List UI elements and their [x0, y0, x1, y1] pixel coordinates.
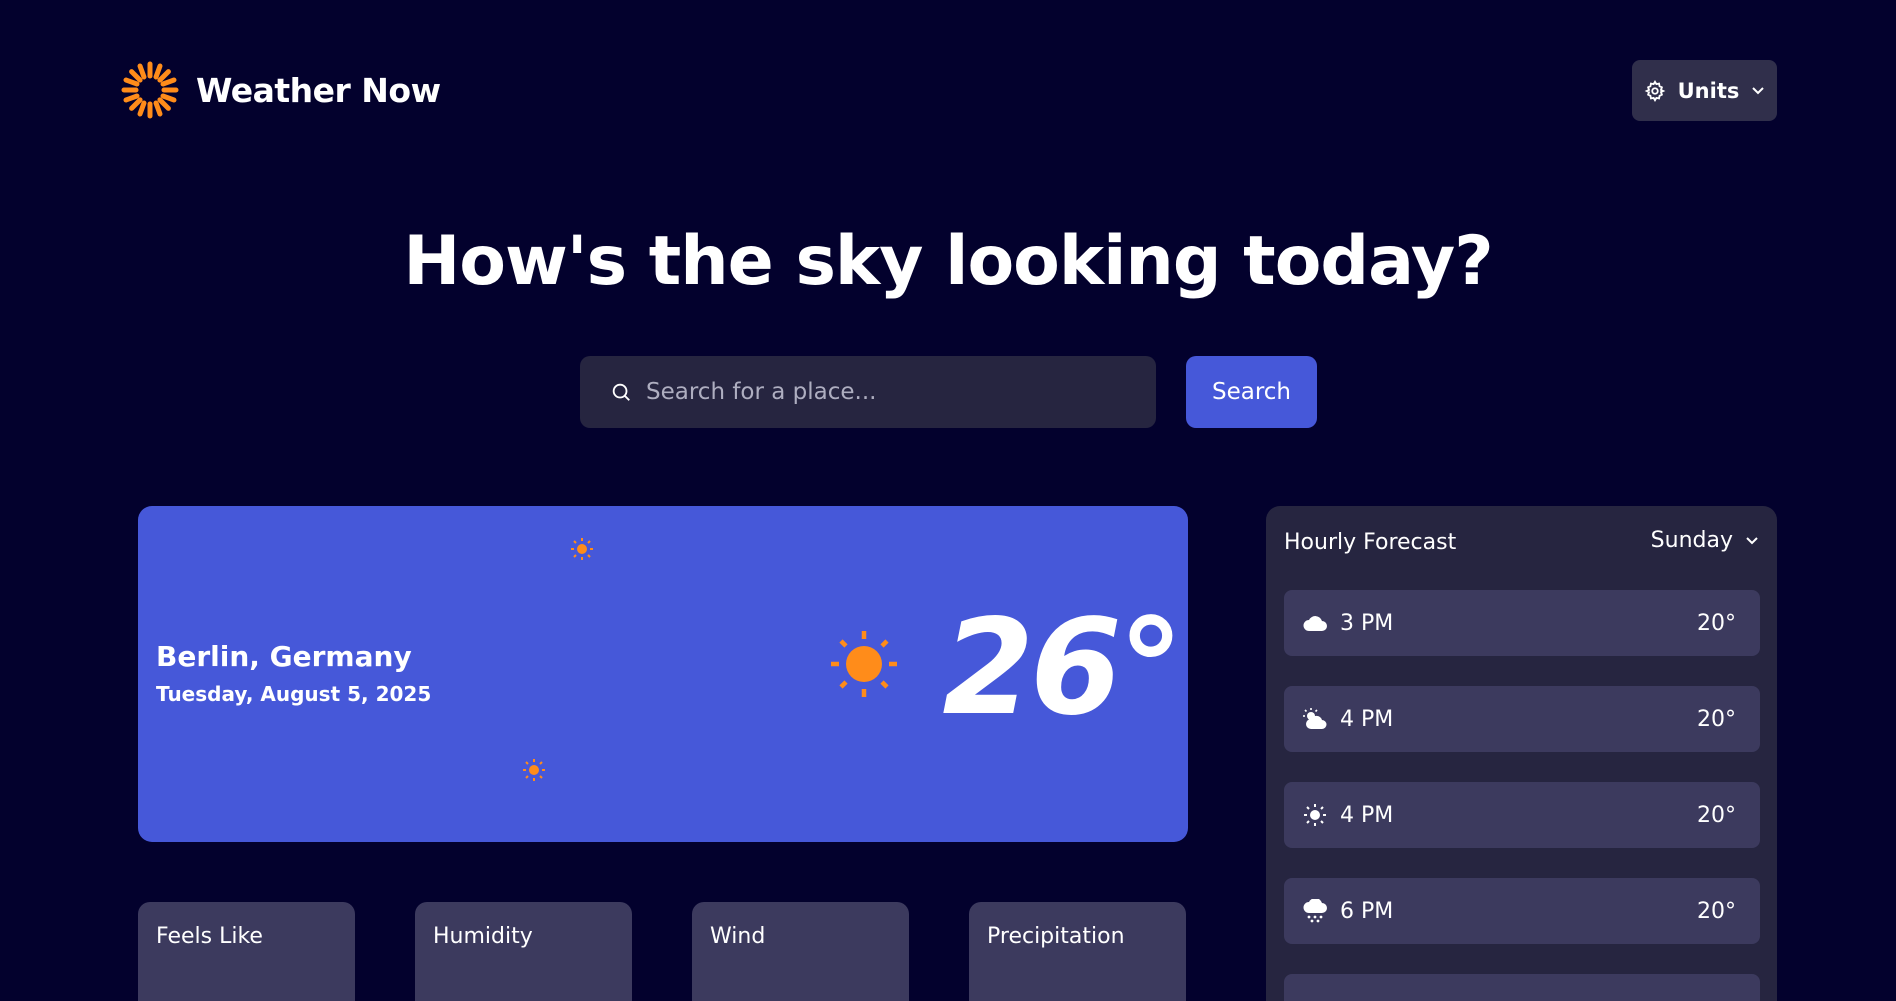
sun-logo-icon	[121, 61, 179, 119]
small-sun-icon	[523, 759, 545, 781]
location-name: Berlin, Germany	[156, 640, 412, 673]
hourly-row: 4 PM 20°	[1284, 782, 1760, 848]
chevron-down-icon	[1752, 86, 1765, 94]
sun-icon	[1304, 804, 1326, 826]
hour-temp: 20°	[1697, 898, 1736, 924]
search-icon	[612, 383, 630, 401]
hour-time: 4 PM	[1340, 706, 1394, 732]
stat-humidity: Humidity	[415, 902, 632, 1001]
snow-cloud-icon	[1303, 899, 1327, 923]
day-select-dropdown[interactable]: Sunday	[1651, 528, 1759, 553]
weather-app: Weather Now Units How's the sky looking …	[0, 0, 1896, 1001]
search-button[interactable]: Search	[1186, 356, 1317, 428]
hour-temp: 20°	[1697, 802, 1736, 828]
selected-day: Sunday	[1650, 528, 1733, 553]
hourly-row	[1284, 974, 1760, 1001]
stat-wind: Wind	[692, 902, 909, 1001]
sun-icon	[831, 631, 897, 697]
search-field[interactable]	[580, 356, 1156, 428]
current-date: Tuesday, August 5, 2025	[156, 682, 432, 706]
stat-feels-like: Feels Like	[138, 902, 355, 1001]
app-title: Weather Now	[196, 70, 441, 110]
hourly-title: Hourly Forecast	[1284, 530, 1457, 555]
hour-temp: 20°	[1697, 610, 1736, 636]
app-logo[interactable]: Weather Now	[120, 60, 441, 120]
search-input[interactable]	[646, 379, 1126, 405]
units-label: Units	[1677, 78, 1740, 103]
hour-time: 4 PM	[1340, 802, 1394, 828]
chevron-down-icon	[1746, 536, 1758, 544]
current-weather-card: Berlin, Germany Tuesday, August 5, 2025 …	[138, 506, 1188, 842]
hour-temp: 20°	[1697, 706, 1736, 732]
cloud-icon	[1303, 616, 1327, 631]
current-temperature: 26°	[942, 591, 1184, 745]
stat-label: Wind	[710, 924, 766, 949]
stat-precipitation: Precipitation	[969, 902, 1186, 1001]
partly-cloudy-icon	[1303, 708, 1327, 729]
hourly-row: 4 PM 20°	[1284, 686, 1760, 752]
units-dropdown-button[interactable]: Units	[1632, 60, 1777, 121]
hour-time: 3 PM	[1340, 610, 1394, 636]
page-headline: How's the sky looking today?	[403, 222, 1493, 301]
stat-label: Humidity	[433, 924, 533, 949]
gear-icon	[1644, 79, 1665, 102]
small-sun-icon	[571, 538, 593, 560]
hour-time: 6 PM	[1340, 898, 1394, 924]
stat-label: Precipitation	[987, 924, 1125, 949]
stat-label: Feels Like	[156, 924, 263, 949]
hourly-forecast-panel: Hourly Forecast Sunday 3 PM 20° 4 PM 20°	[1266, 506, 1777, 1001]
hourly-row: 6 PM 20°	[1284, 878, 1760, 944]
hourly-row: 3 PM 20°	[1284, 590, 1760, 656]
